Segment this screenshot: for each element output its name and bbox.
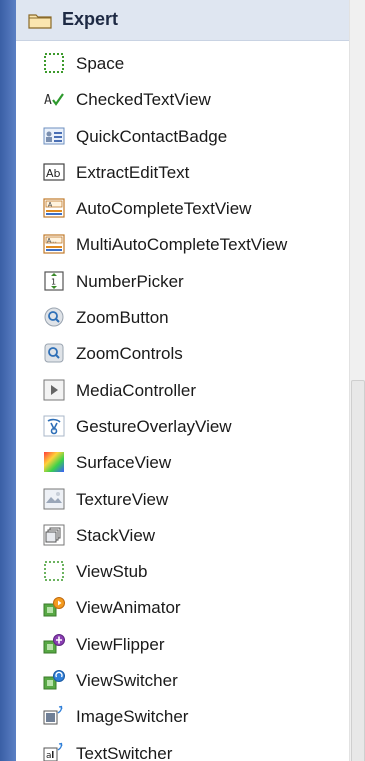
palette-item-label: ViewSwitcher [76, 671, 178, 691]
multi-autocomplete-icon: A... [43, 234, 65, 255]
folder-icon [28, 14, 52, 29]
palette-item-label: ZoomButton [76, 308, 169, 328]
scrollbar-thumb[interactable] [351, 380, 365, 761]
widget-list: Space A CheckedTextView QuickContactBadg… [16, 45, 349, 761]
svg-text:A...: A... [47, 238, 57, 245]
palette-item-label: ViewAnimator [76, 598, 181, 618]
palette-item-stackview[interactable]: StackView [16, 517, 349, 553]
palette-item-label: QuickContactBadge [76, 126, 228, 146]
media-controller-icon [43, 379, 65, 401]
view-switcher-icon [43, 670, 65, 690]
palette-item-label: ImageSwitcher [76, 707, 189, 727]
palette-item-label: TextSwitcher [76, 743, 173, 761]
texture-view-icon [43, 488, 65, 510]
palette-item-autocompletetextview[interactable]: A AutoCompleteTextView [16, 190, 349, 226]
palette-item-zoomcontrols[interactable]: ZoomControls [16, 335, 349, 371]
palette-item-mediacontroller[interactable]: MediaController [16, 372, 349, 408]
palette-item-label: ViewFlipper [76, 634, 165, 654]
palette-item-label: MediaController [76, 380, 196, 400]
palette-item-label: ExtractEditText [76, 162, 190, 182]
extract-edit-text-icon: Ab [43, 163, 65, 181]
palette-item-viewanimator[interactable]: ViewAnimator [16, 589, 349, 625]
palette-item-textswitcher[interactable]: a TextSwitcher [16, 735, 349, 761]
text-switcher-icon: a [43, 742, 63, 761]
space-icon [44, 53, 64, 73]
palette-item-label: TextureView [76, 489, 169, 509]
palette-item-label: NumberPicker [76, 271, 184, 291]
palette-item-label: GestureOverlayView [76, 416, 232, 436]
view-stub-icon [44, 561, 64, 581]
svg-text:a: a [46, 751, 52, 761]
palette-item-label: AutoCompleteTextView [76, 199, 252, 219]
section-header-expert[interactable]: Expert [16, 0, 349, 41]
surface-view-icon [44, 452, 64, 473]
palette-item-label: ZoomControls [76, 344, 183, 364]
palette-item-label: CheckedTextView [76, 90, 211, 110]
image-switcher-icon [43, 706, 63, 725]
palette-item-textureview[interactable]: TextureView [16, 481, 349, 517]
palette-item-checkedtextview[interactable]: A CheckedTextView [16, 81, 349, 117]
palette-item-gestureoverlayview[interactable]: GestureOverlayView [16, 408, 349, 444]
palette-item-numberpicker[interactable]: 1 NumberPicker [16, 263, 349, 299]
view-flipper-icon [43, 633, 65, 654]
palette-item-imageswitcher[interactable]: ImageSwitcher [16, 698, 349, 734]
palette-item-space[interactable]: Space [16, 45, 349, 81]
palette-item-label: Space [76, 54, 125, 73]
svg-text:Ab: Ab [46, 167, 61, 180]
palette-item-multiautocompletetextview[interactable]: A... MultiAutoCompleteTextView [16, 226, 349, 262]
zoom-button-icon [44, 307, 64, 327]
palette-item-zoombutton[interactable]: ZoomButton [16, 299, 349, 335]
palette-panel: Expert Space A CheckedTextView QuickCont… [16, 0, 365, 761]
palette-item-label: SurfaceView [76, 453, 172, 473]
gesture-overlay-icon [43, 415, 65, 437]
palette-item-label: ViewStub [76, 562, 148, 582]
window-edge [0, 0, 16, 761]
autocomplete-icon: A [43, 198, 65, 218]
section-title: Expert [62, 9, 119, 29]
stack-view-icon [43, 524, 65, 546]
palette-item-viewswitcher[interactable]: ViewSwitcher [16, 662, 349, 698]
quick-contact-badge-icon [43, 127, 65, 145]
palette-item-extractedittext[interactable]: Ab ExtractEditText [16, 154, 349, 190]
palette-item-viewstub[interactable]: ViewStub [16, 553, 349, 589]
palette-item-quickcontactbadge[interactable]: QuickContactBadge [16, 118, 349, 154]
palette-item-viewflipper[interactable]: ViewFlipper [16, 626, 349, 662]
view-animator-icon [43, 597, 65, 617]
svg-text:1: 1 [51, 277, 56, 286]
zoom-controls-icon [44, 343, 64, 363]
palette-item-label: StackView [76, 525, 156, 545]
checked-text-view-icon: A [44, 93, 64, 108]
svg-text:A: A [44, 93, 52, 108]
number-picker-icon: 1 [44, 271, 64, 291]
palette-item-surfaceview[interactable]: SurfaceView [16, 444, 349, 480]
palette-item-label: MultiAutoCompleteTextView [76, 235, 288, 255]
